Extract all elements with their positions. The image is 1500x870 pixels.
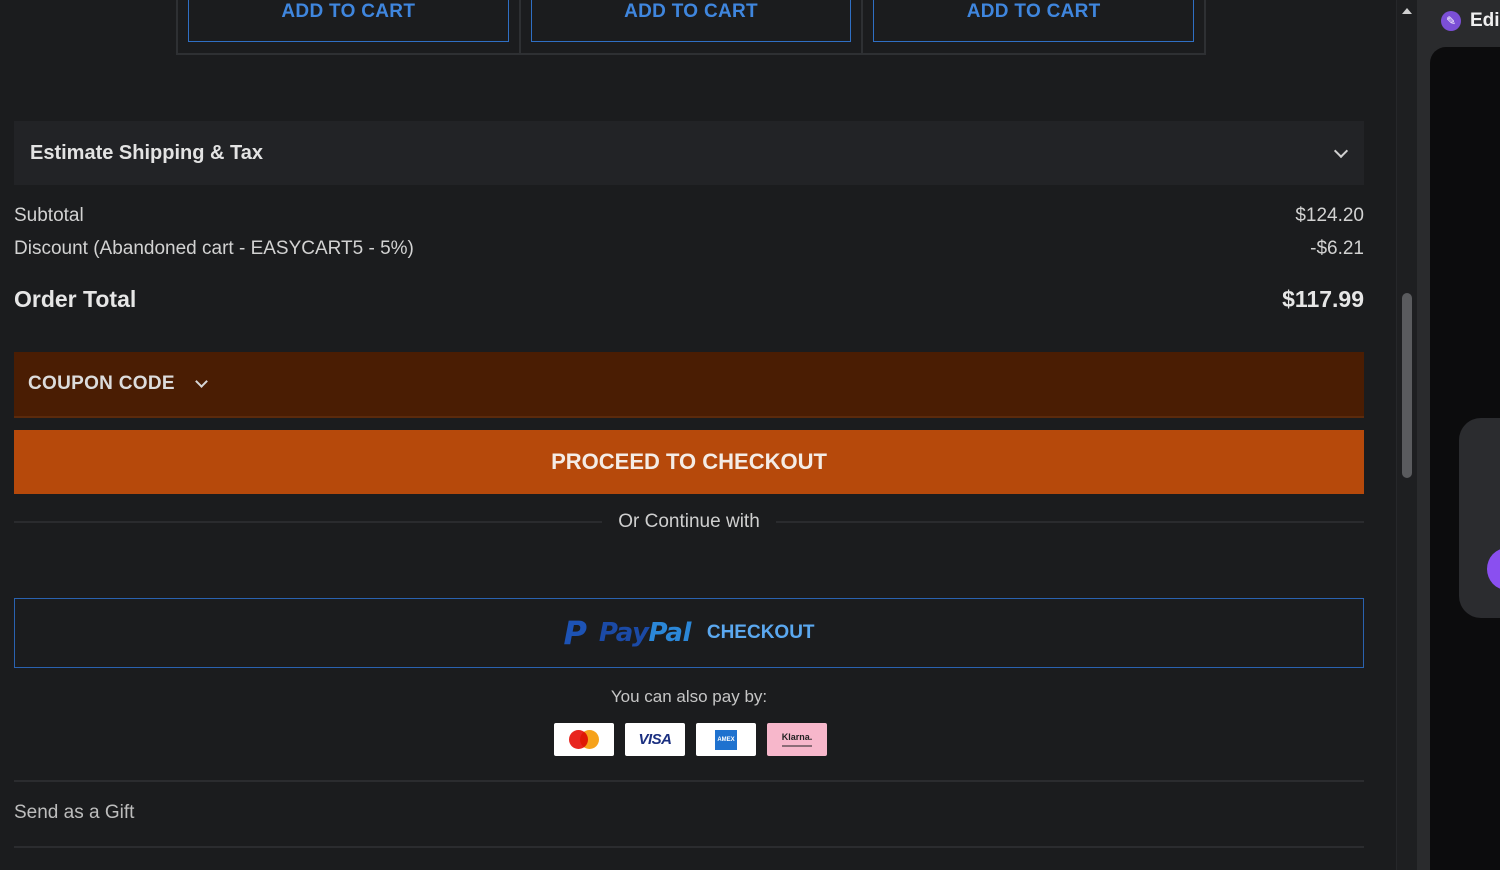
subtotal-row: Subtotal $124.20 (14, 205, 1364, 227)
divider-line (14, 521, 603, 523)
product-card: ADD TO CART (178, 0, 521, 53)
chevron-down-icon (195, 375, 208, 388)
side-panel-header[interactable]: ✎ Edi (1417, 0, 1500, 42)
add-to-cart-button[interactable]: ADD TO CART (188, 0, 509, 42)
paypal-icon: P (563, 614, 587, 652)
estimate-shipping-label: Estimate Shipping & Tax (30, 141, 263, 164)
proceed-to-checkout-label: PROCEED TO CHECKOUT (551, 449, 827, 474)
mastercard-icon (554, 723, 614, 756)
amex-text: AMEX (715, 729, 737, 750)
order-total-label: Order Total (14, 286, 137, 312)
side-panel-card (1459, 418, 1500, 618)
visa-icon: VISA (625, 723, 685, 756)
subtotal-label: Subtotal (14, 205, 84, 226)
paypal-checkout-button[interactable]: P PayPal CHECKOUT (14, 598, 1364, 668)
page-scrollbar[interactable] (1396, 0, 1417, 870)
proceed-to-checkout-button[interactable]: PROCEED TO CHECKOUT (14, 430, 1364, 494)
or-divider: Or Continue with (14, 508, 1365, 536)
divider (14, 780, 1364, 782)
cart-page: ADD TO CART ADD TO CART ADD TO CART Esti… (0, 0, 1396, 870)
add-to-cart-button[interactable]: ADD TO CART (530, 0, 852, 42)
chevron-down-icon (1333, 143, 1349, 158)
add-to-cart-button[interactable]: ADD TO CART (873, 0, 1195, 42)
extension-icon: ✎ (1441, 11, 1461, 31)
side-panel-title: Edi (1470, 10, 1500, 31)
side-panel: ✎ Edi (1417, 0, 1500, 870)
paypal-logo: PayPal (599, 618, 691, 648)
divider (14, 846, 1364, 848)
scrollbar-thumb[interactable] (1402, 293, 1412, 478)
scroll-up-arrow-icon[interactable] (1402, 8, 1412, 14)
product-card: ADD TO CART (863, 0, 1204, 53)
discount-label: Discount (Abandoned cart - EASYCART5 - 5… (14, 238, 414, 259)
paypal-logo-pal: Pal (648, 618, 692, 648)
payment-method-icons: VISA AMEX Klarna. (554, 723, 827, 756)
coupon-code-label: COUPON CODE (28, 373, 175, 394)
order-total-row: Order Total $117.99 (14, 286, 1364, 313)
discount-value: -$6.21 (1310, 238, 1364, 259)
subtotal-value: $124.20 (1295, 205, 1364, 226)
product-card: ADD TO CART (521, 0, 864, 53)
klarna-icon: Klarna. (767, 723, 827, 756)
amex-icon: AMEX (696, 723, 756, 756)
divider-line (775, 521, 1365, 523)
or-continue-text: Or Continue with (618, 511, 760, 532)
discount-row: Discount (Abandoned cart - EASYCART5 - 5… (14, 238, 1364, 260)
also-pay-by-text: You can also pay by: (610, 687, 768, 706)
visa-text: VISA (638, 731, 672, 748)
product-recommendations: ADD TO CART ADD TO CART ADD TO CART (176, 0, 1206, 55)
send-as-gift-link[interactable]: Send as a Gift (14, 802, 134, 824)
estimate-shipping-toggle[interactable]: Estimate Shipping & Tax (14, 121, 1364, 185)
coupon-code-toggle[interactable]: COUPON CODE (14, 352, 1364, 418)
paypal-logo-pay: Pay (598, 618, 649, 648)
klarna-text: Klarna. (781, 732, 813, 742)
order-total-value: $117.99 (1282, 286, 1364, 312)
paypal-checkout-label: CHECKOUT (706, 622, 815, 643)
